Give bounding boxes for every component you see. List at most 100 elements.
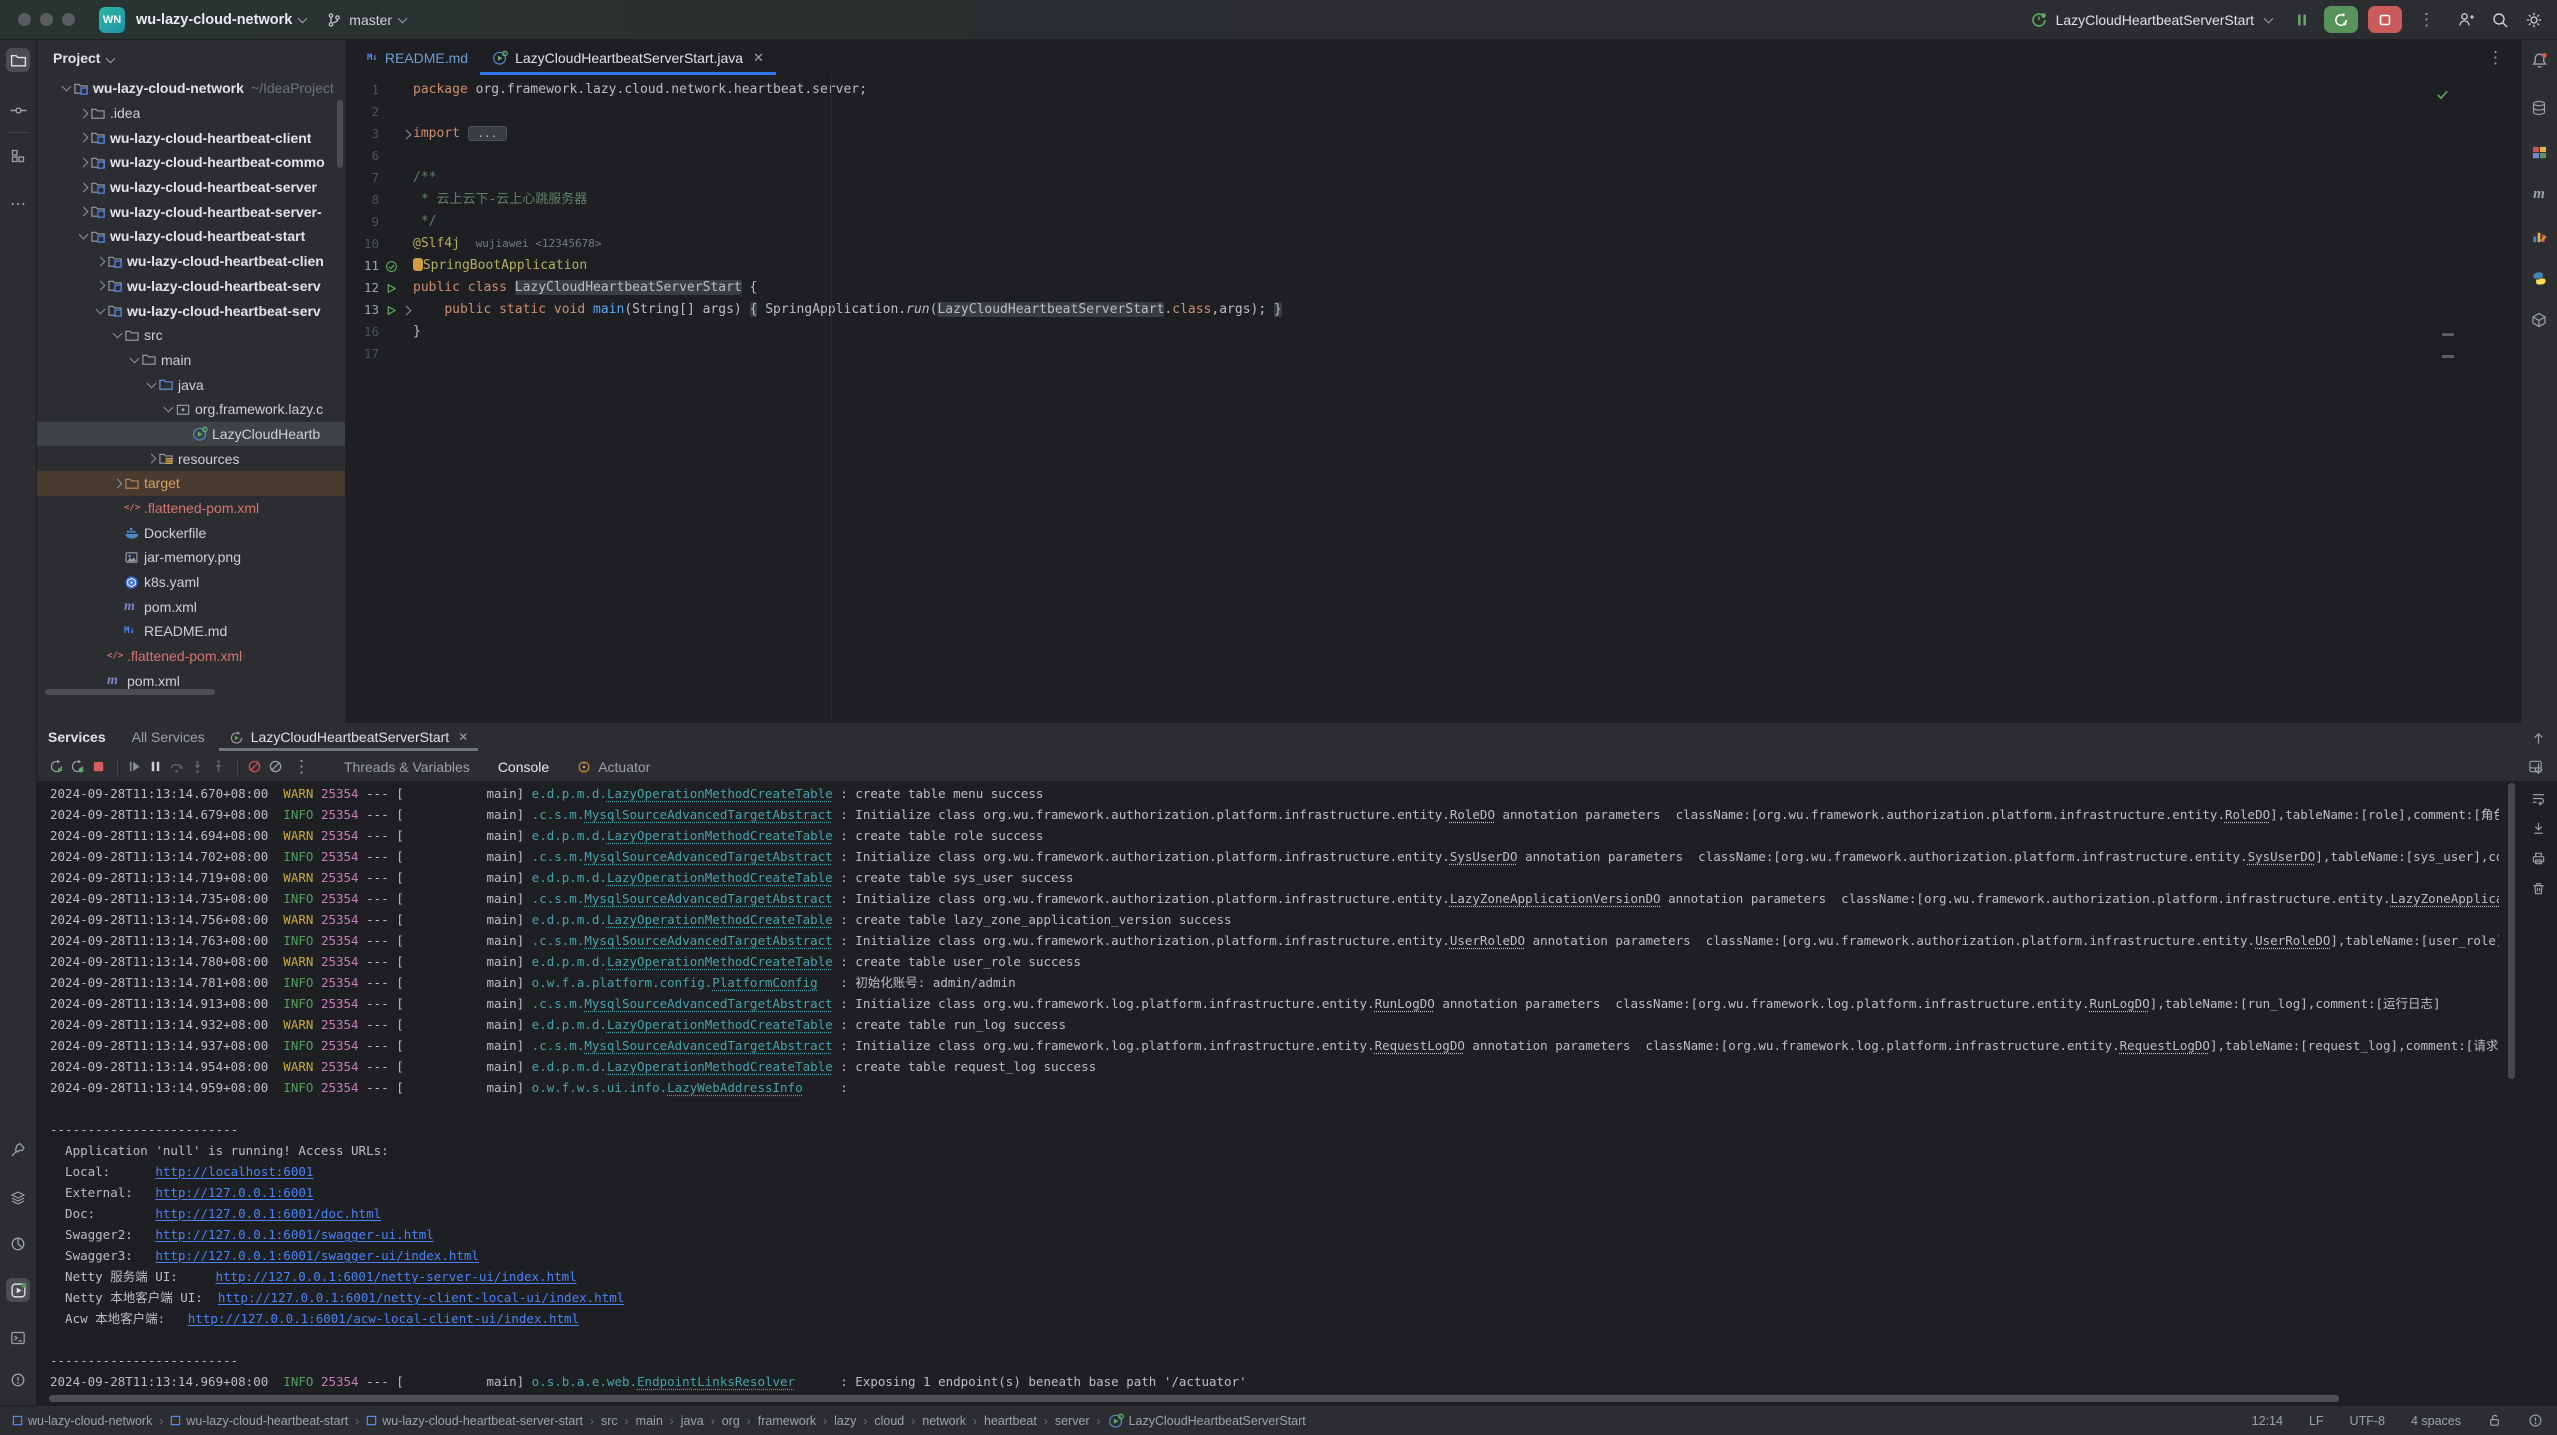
class-link[interactable]: LazyZoneApplicationVersionDO	[1450, 891, 1661, 906]
code-editor[interactable]: 1package org.framework.lazy.cloud.networ…	[347, 75, 2520, 723]
breadcrumb-item[interactable]: src	[601, 1414, 618, 1428]
tree-row[interactable]: wu-lazy-cloud-heartbeat-commo	[37, 150, 345, 175]
notifications-status-icon[interactable]	[2528, 1413, 2543, 1428]
scroll-to-end-icon[interactable]	[2531, 821, 2546, 836]
class-link[interactable]: UserRoleDO	[1450, 933, 1525, 948]
project-scrollbar-vertical[interactable]	[337, 100, 343, 168]
class-link[interactable]: RunLogDO	[2090, 996, 2150, 1011]
services-tool-icon[interactable]	[6, 1278, 30, 1302]
caret-position[interactable]: 12:14	[2252, 1414, 2283, 1428]
logger-link[interactable]: MysqlSourceAdvancedTargetAbstract	[584, 807, 832, 822]
logger-link[interactable]: MysqlSourceAdvancedTargetAbstract	[584, 996, 832, 1011]
tree-chevron[interactable]	[76, 184, 90, 191]
notifications-bell-icon[interactable]	[2527, 48, 2551, 72]
file-encoding[interactable]: UTF-8	[2350, 1414, 2385, 1428]
tree-row[interactable]: wu-lazy-cloud-network~/IdeaProject	[37, 76, 345, 101]
minimize-window-icon[interactable]	[40, 13, 53, 26]
more-tools-icon[interactable]: ⋯	[6, 192, 30, 216]
run-config-name[interactable]: LazyCloudHeartbeatServerStart	[2056, 12, 2254, 28]
commit-tool-icon[interactable]	[6, 98, 30, 122]
clear-console-icon[interactable]	[2531, 881, 2546, 896]
maven-tool-icon[interactable]: m	[2527, 182, 2551, 206]
logger-link[interactable]: LazyOperationMethodCreateTable	[607, 786, 833, 801]
indent-style[interactable]: 4 spaces	[2411, 1414, 2461, 1428]
fold-toggle-icon[interactable]	[400, 307, 412, 314]
tree-row[interactable]: resources	[37, 446, 345, 471]
project-tool-icon[interactable]	[6, 48, 30, 72]
tree-chevron[interactable]	[59, 86, 73, 90]
run-gutter-icon[interactable]	[382, 302, 400, 318]
resume-icon[interactable]	[125, 758, 144, 776]
tree-row[interactable]: target	[37, 471, 345, 496]
logger-link[interactable]: LazyOperationMethodCreateTable	[607, 828, 833, 843]
tree-chevron[interactable]	[76, 208, 90, 215]
console-url-link[interactable]: http://localhost:6001	[155, 1164, 313, 1179]
tree-row[interactable]: wu-lazy-cloud-heartbeat-start	[37, 224, 345, 249]
tree-chevron[interactable]	[144, 383, 158, 387]
logger-link[interactable]: LazyWebAddressInfo	[667, 1080, 802, 1095]
console-url-link[interactable]: http://127.0.0.1:6001/doc.html	[155, 1206, 381, 1221]
logger-link[interactable]: MysqlSourceAdvancedTargetAbstract	[584, 849, 832, 864]
step-over-icon[interactable]	[167, 758, 186, 776]
close-tab-icon[interactable]: ✕	[753, 50, 764, 66]
console-scrollbar-horizontal[interactable]	[49, 1395, 2339, 1402]
logger-link[interactable]: LazyOperationMethodCreateTable	[607, 1017, 833, 1032]
tree-row[interactable]: wu-lazy-cloud-heartbeat-server	[37, 175, 345, 200]
add-user-icon[interactable]	[2457, 11, 2475, 29]
class-link[interactable]: SysUserDO	[2248, 849, 2316, 864]
tree-chevron[interactable]	[76, 159, 90, 166]
console-scrollbar-vertical[interactable]	[2508, 783, 2515, 1079]
logger-link[interactable]: LazyOperationMethodCreateTable	[607, 1059, 833, 1074]
tree-row[interactable]: </>.flattened-pom.xml	[37, 644, 345, 669]
class-link[interactable]: RequestLogDO	[2120, 1038, 2210, 1053]
project-scrollbar-horizontal[interactable]	[45, 689, 215, 695]
tree-row[interactable]: mpom.xml	[37, 594, 345, 619]
project-name[interactable]: wu-lazy-cloud-network	[136, 12, 292, 28]
tree-row[interactable]: </>.flattened-pom.xml	[37, 496, 345, 521]
logger-link[interactable]: MysqlSourceAdvancedTargetAbstract	[584, 891, 832, 906]
logger-link[interactable]: EndpointLinksResolver	[637, 1374, 795, 1389]
tree-chevron[interactable]	[76, 134, 90, 141]
tree-row[interactable]: wu-lazy-cloud-heartbeat-server-	[37, 199, 345, 224]
close-window-icon[interactable]	[18, 13, 31, 26]
breadcrumb-item[interactable]: java	[681, 1414, 704, 1428]
project-panel-header[interactable]: Project	[37, 40, 345, 76]
tree-row[interactable]: k8s.yaml	[37, 570, 345, 595]
console-url-link[interactable]: http://127.0.0.1:6001/swagger-ui.html	[155, 1227, 433, 1242]
spring-bean-gutter-icon[interactable]	[382, 258, 400, 274]
tree-chevron[interactable]	[110, 333, 124, 337]
tree-row[interactable]: .idea	[37, 101, 345, 126]
profiler-tool-icon[interactable]	[6, 1232, 30, 1256]
class-link[interactable]: RequestLogDO	[1375, 1038, 1465, 1053]
console-url-link[interactable]: http://127.0.0.1:6001/swagger-ui/index.h…	[155, 1248, 479, 1263]
tree-row[interactable]: wu-lazy-cloud-heartbeat-clien	[37, 249, 345, 274]
class-link[interactable]: RoleDO	[2225, 807, 2270, 822]
breadcrumb-item[interactable]: lazy	[834, 1414, 856, 1428]
logger-link[interactable]: LazyOperationMethodCreateTable	[607, 954, 833, 969]
console-output[interactable]: 2024-09-28T11:13:14.670+08:00 WARN 25354…	[37, 781, 2557, 1405]
tree-chevron[interactable]	[76, 110, 90, 117]
problems-tool-icon[interactable]	[6, 1368, 30, 1392]
run-gutter-icon[interactable]	[382, 280, 400, 296]
rerun-debug-icon[interactable]	[68, 758, 87, 776]
tree-chevron[interactable]	[127, 358, 141, 362]
editor-options-icon[interactable]: ⋮	[2481, 48, 2510, 68]
tree-chevron[interactable]	[76, 234, 90, 238]
breadcrumb-item[interactable]: main	[636, 1414, 663, 1428]
breadcrumb-item[interactable]: framework	[758, 1414, 816, 1428]
fold-toggle-icon[interactable]	[400, 131, 412, 138]
breadcrumb-item[interactable]: org	[722, 1414, 740, 1428]
logger-link[interactable]: MysqlSourceAdvancedTargetAbstract	[584, 1038, 832, 1053]
uml-plugin-icon[interactable]	[2527, 140, 2551, 164]
breadcrumb-item[interactable]: wu-lazy-cloud-heartbeat-server-start	[366, 1414, 583, 1428]
tree-row[interactable]: Dockerfile	[37, 520, 345, 545]
more-actions-icon[interactable]: ⋮	[2412, 10, 2441, 30]
console-url-link[interactable]: http://127.0.0.1:6001/netty-client-local…	[218, 1290, 624, 1305]
artifacts-cube-icon[interactable]	[2527, 308, 2551, 332]
branch-name[interactable]: master	[349, 12, 392, 28]
breadcrumb-item[interactable]: wu-lazy-cloud-heartbeat-start	[170, 1414, 348, 1428]
tree-chevron[interactable]	[110, 480, 124, 487]
tree-chevron[interactable]	[93, 258, 107, 265]
breadcrumb-item[interactable]: server	[1055, 1414, 1090, 1428]
pause-icon[interactable]	[146, 758, 165, 776]
